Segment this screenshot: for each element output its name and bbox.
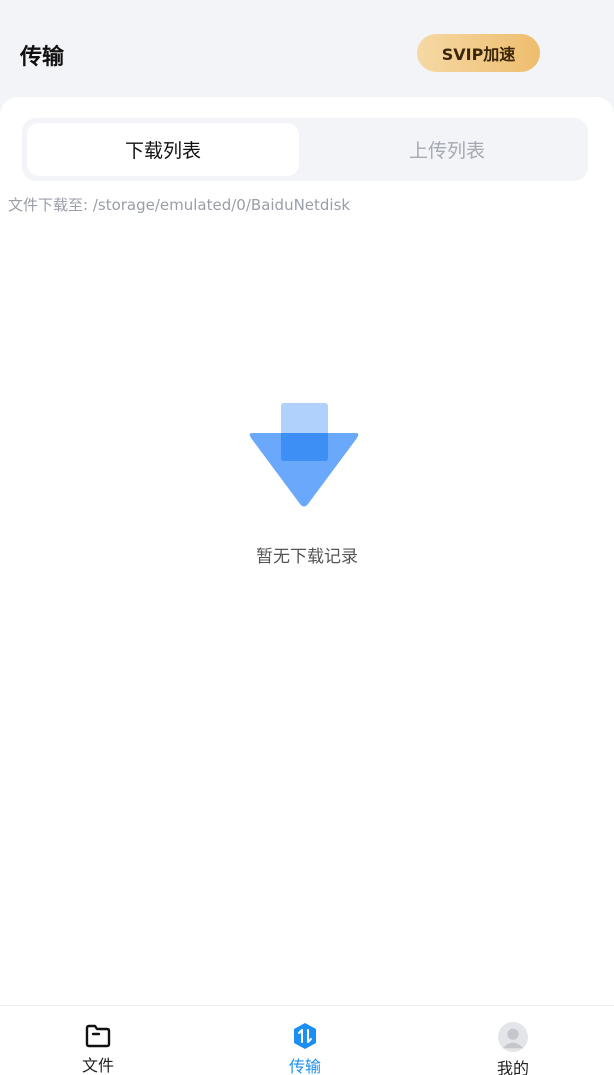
transfer-tabs: 下载列表 上传列表 bbox=[22, 118, 588, 181]
tab-upload-list[interactable]: 上传列表 bbox=[311, 123, 583, 176]
header: 传输 SVIP加速 bbox=[0, 0, 614, 100]
transfer-icon bbox=[290, 1022, 320, 1050]
page-title: 传输 bbox=[20, 45, 65, 70]
nav-label-mine: 我的 bbox=[496, 1059, 529, 1075]
download-path-text: 文件下载至: /storage/emulated/0/BaiduNetdisk bbox=[8, 196, 351, 214]
nav-label-transfer: 传输 bbox=[288, 1057, 321, 1075]
svip-accelerate-button[interactable]: SVIP加速 bbox=[417, 34, 540, 72]
folder-icon bbox=[83, 1022, 113, 1049]
download-arrow-icon bbox=[248, 403, 360, 511]
app-root: 传输 SVIP加速 下载列表 上传列表 文件下载至: /storage/emul… bbox=[0, 0, 614, 1075]
avatar-icon bbox=[498, 1022, 528, 1052]
nav-item-files[interactable]: 文件 bbox=[28, 1006, 168, 1075]
nav-item-transfer[interactable]: 传输 bbox=[235, 1006, 375, 1075]
empty-state-message: 暂无下载记录 bbox=[256, 547, 358, 567]
nav-label-files: 文件 bbox=[81, 1056, 114, 1075]
tab-download-list[interactable]: 下载列表 bbox=[27, 123, 299, 176]
bottom-nav: 文件 传输 我的 bbox=[0, 1005, 614, 1075]
nav-item-mine[interactable]: 我的 bbox=[443, 1006, 583, 1075]
